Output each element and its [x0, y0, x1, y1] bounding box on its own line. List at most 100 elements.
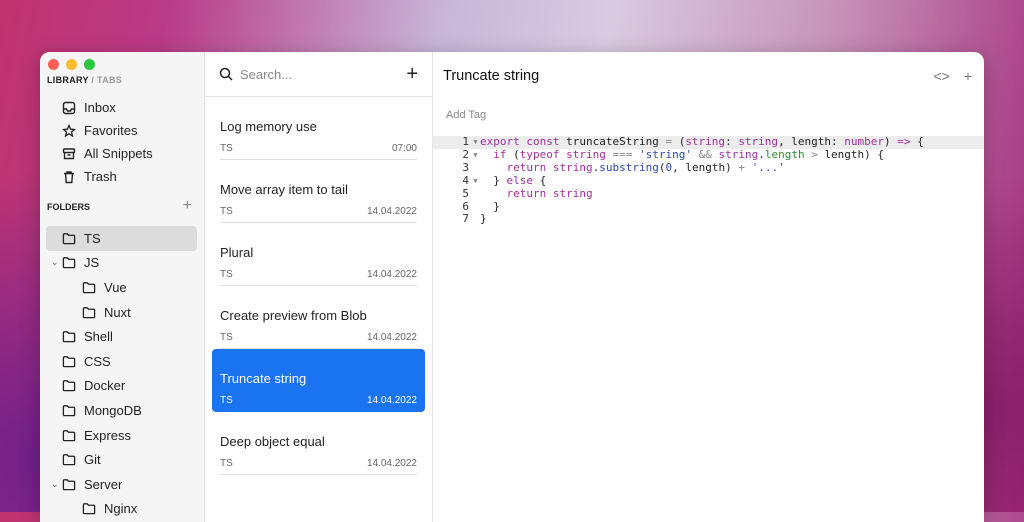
- snippet-date: 14.04.2022: [366, 269, 417, 280]
- snippet-date: 14.04.2022: [366, 332, 417, 343]
- window-controls: [48, 59, 95, 70]
- folder-icon: [62, 256, 76, 270]
- snippet-list-item[interactable]: Truncate string TS 14.04.2022: [212, 349, 425, 412]
- line-number: 7: [462, 212, 469, 226]
- code-token: ): [884, 135, 898, 148]
- code-token: string: [718, 147, 759, 161]
- fold-arrow-icon[interactable]: ▼: [471, 175, 480, 188]
- line-number: 1: [462, 135, 469, 148]
- add-fragment-button[interactable]: +: [964, 68, 972, 84]
- code-token: ===: [612, 147, 639, 161]
- folder-label: Server: [84, 476, 123, 492]
- minimize-button[interactable]: [66, 59, 77, 70]
- snippet-list-item[interactable]: Move array item to tail TS 14.04.2022: [212, 160, 425, 223]
- code-token: substring: [599, 160, 659, 174]
- add-tag-input[interactable]: Add Tag: [446, 109, 486, 121]
- search-bar: Search... +: [205, 52, 432, 97]
- chevron-down-icon[interactable]: ⌄: [51, 257, 59, 268]
- folder-item-docker[interactable]: Docker: [46, 374, 197, 399]
- editor: Truncate string <> + Add Tag 1 ▼ export con…: [433, 52, 984, 522]
- line-number: 5: [462, 186, 469, 200]
- sidebar-item-favorites[interactable]: Favorites: [62, 119, 153, 142]
- app-window: LIBRARY / TABS Inbox Favorites All Snippet…: [40, 52, 984, 522]
- folder-item-git[interactable]: Git: [46, 447, 197, 472]
- snippet-language: TS: [220, 458, 233, 469]
- code-token: else: [506, 173, 540, 187]
- tabs-tab[interactable]: TABS: [97, 75, 122, 85]
- fold-arrow-icon[interactable]: ▼: [471, 149, 480, 162]
- code-token: string: [552, 160, 593, 174]
- snippet-list-item[interactable]: Create preview from Blob TS 14.04.2022: [212, 286, 425, 349]
- folder-label: Vue: [104, 279, 127, 295]
- snippet-list-item[interactable]: Deep object equal TS 14.04.2022: [212, 412, 425, 475]
- folders-header: FOLDERS +: [47, 197, 192, 215]
- folder-item-shell[interactable]: Shell: [46, 324, 197, 349]
- snippet-list-item[interactable]: Plural TS 14.04.2022: [212, 223, 425, 286]
- sidebar-item-label: Trash: [84, 169, 117, 184]
- folder-item-nginx[interactable]: Nginx: [46, 497, 197, 522]
- library-header: LIBRARY / TABS: [47, 75, 122, 85]
- snippet-language: TS: [220, 269, 233, 280]
- code-token: typeof: [519, 147, 567, 161]
- sidebar-item-label: Favorites: [84, 123, 138, 138]
- zoom-button[interactable]: [84, 59, 95, 70]
- folder-label: Nuxt: [104, 304, 131, 320]
- code-token: string: [552, 186, 593, 200]
- folder-item-css[interactable]: CSS: [46, 349, 197, 374]
- snippet-date: 14.04.2022: [366, 395, 417, 406]
- code-token: string: [738, 135, 779, 148]
- code-token: .: [758, 147, 765, 161]
- snippet-title[interactable]: Truncate string: [443, 68, 539, 84]
- sidebar: LIBRARY / TABS Inbox Favorites All Snippet…: [40, 52, 205, 522]
- folder-icon: [62, 231, 76, 245]
- folder-item-ts[interactable]: TS: [46, 226, 197, 251]
- folder-item-vue[interactable]: Vue: [46, 275, 197, 300]
- code-token: =>: [897, 135, 918, 148]
- snippet-title: Truncate string: [220, 371, 307, 386]
- gutter-spacer: [471, 201, 480, 214]
- folder-icon: [62, 477, 76, 491]
- folder-label: JS: [84, 255, 100, 271]
- folder-icon: [82, 280, 96, 294]
- folder-item-mongodb[interactable]: MongoDB: [46, 398, 197, 423]
- code-icon[interactable]: <>: [933, 68, 949, 84]
- chevron-down-icon[interactable]: ⌄: [51, 479, 59, 490]
- folder-icon: [62, 379, 76, 393]
- folder-item-server[interactable]: ⌄ Server: [46, 472, 197, 497]
- trash-icon: [62, 170, 76, 184]
- search-input[interactable]: Search...: [240, 67, 292, 82]
- fold-arrow-icon[interactable]: ▼: [471, 136, 480, 149]
- code-token: export const: [480, 135, 567, 148]
- sidebar-item-inbox[interactable]: Inbox: [62, 96, 153, 119]
- snippet-date: 14.04.2022: [366, 206, 417, 217]
- folder-item-js[interactable]: ⌄ JS: [46, 251, 197, 276]
- search-icon: [219, 67, 233, 81]
- snippet-list: Search... + Log memory use TS 07:00 Move ar…: [205, 52, 433, 522]
- snippet-title: Create preview from Blob: [220, 308, 367, 323]
- snippet-list-item[interactable]: Log memory use TS 07:00: [212, 97, 425, 160]
- add-snippet-button[interactable]: +: [406, 63, 418, 86]
- snippet-language: TS: [220, 332, 233, 343]
- sidebar-item-trash[interactable]: Trash: [62, 165, 153, 188]
- archive-icon: [62, 147, 76, 161]
- code-token: string: [685, 135, 726, 148]
- library-tab[interactable]: LIBRARY: [47, 75, 89, 85]
- line-number: 4: [462, 173, 469, 187]
- code-line: 6 }: [433, 200, 984, 214]
- folder-icon: [62, 453, 76, 467]
- star-icon: [62, 123, 76, 138]
- code-editor[interactable]: 1 ▼ export const truncateString = (string:…: [433, 135, 984, 226]
- code-token: >: [811, 147, 825, 161]
- code-token: 'string': [638, 147, 699, 161]
- folder-item-express[interactable]: Express: [46, 423, 197, 448]
- folder-item-nuxt[interactable]: Nuxt: [46, 300, 197, 325]
- sidebar-item-label: Inbox: [84, 100, 116, 115]
- close-button[interactable]: [48, 59, 59, 70]
- folder-label: MongoDB: [84, 402, 142, 418]
- add-folder-button[interactable]: +: [183, 197, 192, 215]
- sidebar-item-all-snippets[interactable]: All Snippets: [62, 142, 153, 165]
- snippet-language: TS: [220, 206, 233, 217]
- code-token: +: [738, 160, 752, 174]
- code-token: {: [539, 173, 547, 187]
